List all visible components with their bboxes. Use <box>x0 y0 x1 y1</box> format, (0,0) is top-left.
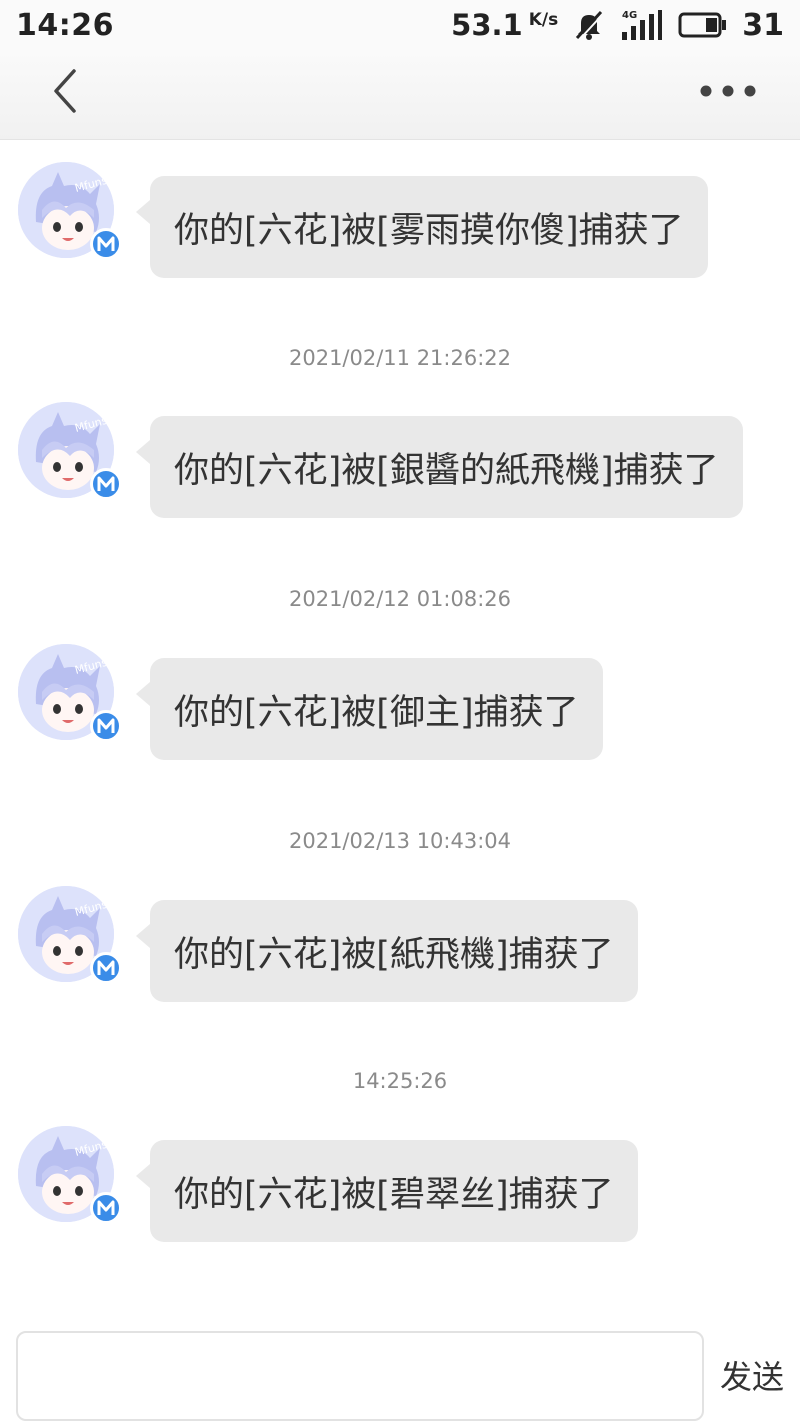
network-speed-unit: K/s <box>528 10 559 30</box>
more-button[interactable] <box>694 72 764 112</box>
network-speed-value: 53.1 <box>451 8 523 42</box>
message-bubble: 你的[六花]被[御主]捕获了 <box>136 658 603 760</box>
avatar[interactable]: Mfuns <box>18 644 122 742</box>
message-bubble: 你的[六花]被[雾雨摸你傻]捕获了 <box>136 176 708 278</box>
message-bubble: 你的[六花]被[銀醬的紙飛機]捕获了 <box>136 416 743 518</box>
signal-4g-icon: 4G <box>620 8 664 42</box>
message-timestamp: 2021/02/11 21:26:22 <box>288 346 512 370</box>
avatar[interactable]: Mfuns <box>18 402 122 500</box>
more-dots-icon <box>699 83 759 102</box>
message-row: Mfuns 你的[六花]被[雾雨摸你傻]捕获了 <box>0 140 800 278</box>
chevron-left-icon <box>50 67 80 119</box>
m-badge-icon <box>90 952 122 984</box>
avatar[interactable]: Mfuns <box>18 162 122 260</box>
send-button[interactable]: 发送 <box>712 1352 792 1398</box>
message-input[interactable] <box>16 1331 704 1421</box>
status-bar: 14:26 53.1 K/s 4G 31 <box>0 0 800 50</box>
message-row: Mfuns 你的[六花]被[銀醬的紙飛機]捕获了 <box>0 380 800 518</box>
message-timestamp: 14:25:26 <box>352 1069 448 1093</box>
m-badge-icon <box>90 710 122 742</box>
back-button[interactable] <box>40 68 90 118</box>
message-bubble: 你的[六花]被[紙飛機]捕获了 <box>136 900 638 1002</box>
message-row: Mfuns 你的[六花]被[御主]捕获了 <box>0 622 800 760</box>
battery-level: 31 <box>742 7 784 43</box>
mute-bell-icon <box>572 8 606 42</box>
message-bubble: 你的[六花]被[碧翠丝]捕获了 <box>136 1140 638 1242</box>
status-time: 14:26 <box>16 7 114 43</box>
avatar[interactable]: Mfuns <box>18 1126 122 1224</box>
m-badge-icon <box>90 1192 122 1224</box>
message-row: Mfuns 你的[六花]被[紙飛機]捕获了 <box>0 864 800 1002</box>
network-speed: 53.1 K/s <box>451 8 558 42</box>
chat-area[interactable]: Mfuns 你的[六花]被[雾雨摸你傻]捕获了 2021/02/11 21:26… <box>0 140 800 1310</box>
svg-text:4G: 4G <box>622 10 637 21</box>
battery-icon <box>678 10 728 40</box>
status-right: 53.1 K/s 4G 31 <box>451 8 784 43</box>
message-timestamp: 2021/02/12 01:08:26 <box>288 587 512 611</box>
m-badge-icon <box>90 468 122 500</box>
message-timestamp: 2021/02/13 10:43:04 <box>288 829 512 853</box>
input-bar: 发送 <box>0 1312 800 1422</box>
message-row: Mfuns 你的[六花]被[碧翠丝]捕获了 <box>0 1104 800 1242</box>
chat-header <box>0 50 800 140</box>
m-badge-icon <box>90 228 122 260</box>
avatar[interactable]: Mfuns <box>18 886 122 984</box>
